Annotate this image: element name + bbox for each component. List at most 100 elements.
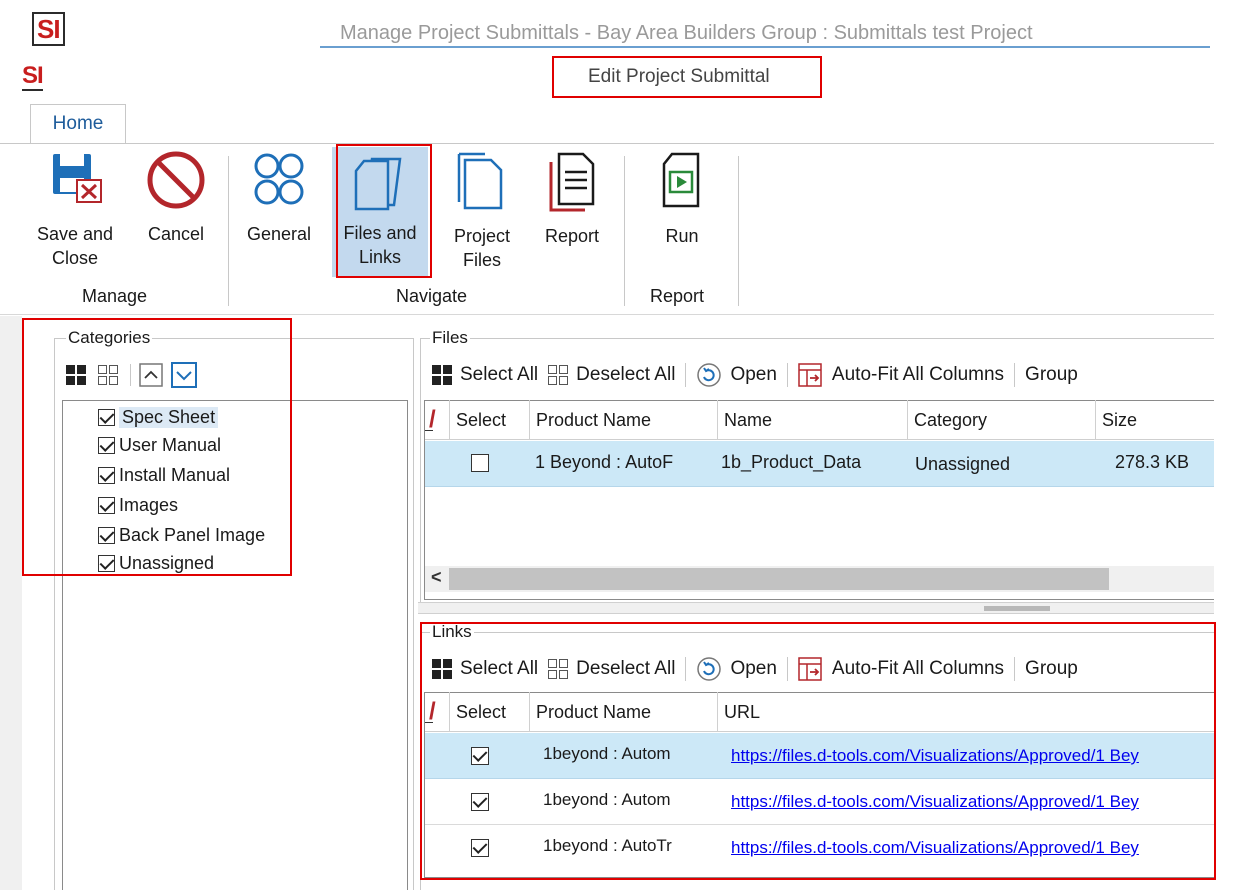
files-open-button[interactable]: Open: [696, 362, 777, 388]
cell-product-name: 1beyond : AutoTr: [543, 836, 672, 855]
category-item-spec-sheet[interactable]: Spec Sheet: [98, 404, 219, 430]
links-grid-header: / Select Product Name URL: [425, 692, 1214, 732]
cell-product-name: 1beyond : Autom: [543, 744, 671, 763]
deselect-all-icon[interactable]: [98, 365, 118, 385]
cell-url-link[interactable]: https://files.d-tools.com/Visualizations…: [731, 838, 1214, 858]
run-icon: [662, 152, 700, 208]
autofit-columns-icon: [798, 657, 822, 681]
category-checkbox[interactable]: [98, 554, 115, 572]
column-header-size[interactable]: Size: [1095, 400, 1215, 440]
files-title: Files: [430, 328, 470, 348]
files-and-links-button[interactable]: Files and Links: [332, 147, 428, 277]
general-button[interactable]: General: [238, 150, 320, 246]
ribbon-separator: [624, 156, 625, 306]
general-icon: [254, 153, 304, 205]
links-toolbar: Select All Deselect All Open Auto-Fit Al…: [432, 656, 1088, 682]
row-select-checkbox[interactable]: [471, 793, 489, 811]
refresh-icon: [697, 657, 722, 681]
category-item-images[interactable]: Images: [98, 492, 178, 518]
toolbar-separator: [1014, 657, 1016, 681]
links-select-all-button[interactable]: Select All: [432, 658, 538, 680]
category-checkbox[interactable]: [98, 408, 115, 426]
tab-home[interactable]: Home: [30, 104, 126, 144]
column-header-category[interactable]: Category: [907, 400, 1097, 440]
run-button[interactable]: Run: [644, 150, 720, 248]
table-row[interactable]: 1 Beyond : AutoF 1b_Product_Data Unassig…: [425, 441, 1214, 487]
categories-toolbar: [66, 362, 197, 388]
links-deselect-all-button[interactable]: Deselect All: [548, 658, 675, 680]
files-group-button[interactable]: Group: [1025, 364, 1078, 386]
column-header-url[interactable]: URL: [717, 692, 1214, 732]
files-select-all-button[interactable]: Select All: [432, 364, 538, 386]
dialog-title: Edit Project Submittal: [588, 66, 770, 87]
files-autofit-button[interactable]: Auto-Fit All Columns: [798, 363, 1004, 387]
cancel-icon: [147, 151, 205, 209]
dialog-logo: SI: [22, 62, 44, 91]
files-horizontal-scrollbar[interactable]: <: [425, 566, 1214, 592]
links-title: Links: [430, 622, 474, 642]
splitter-grip: [984, 606, 1050, 611]
row-select-checkbox[interactable]: [471, 454, 489, 472]
table-row[interactable]: 1beyond : AutoTr https://files.d-tools.c…: [425, 825, 1214, 871]
row-select-checkbox[interactable]: [471, 839, 489, 857]
row-select-checkbox[interactable]: [471, 747, 489, 765]
column-header-select[interactable]: Select: [449, 692, 533, 732]
table-row[interactable]: 1beyond : Autom https://files.d-tools.co…: [425, 779, 1214, 825]
project-files-button[interactable]: Project Files: [442, 150, 522, 272]
group-label-report: Report: [650, 286, 705, 306]
category-item-unassigned[interactable]: Unassigned: [98, 550, 214, 576]
links-open-button[interactable]: Open: [696, 656, 777, 682]
column-header-name[interactable]: Name: [717, 400, 907, 440]
window-title: Manage Project Submittals - Bay Area Bui…: [340, 22, 1033, 44]
files-deselect-all-button[interactable]: Deselect All: [548, 364, 675, 386]
toolbar-separator: [685, 657, 687, 681]
files-toolbar: Select All Deselect All Open Auto-Fit Al…: [432, 362, 1088, 388]
column-header-select[interactable]: Select: [449, 400, 533, 440]
categories-title: Categories: [66, 328, 153, 348]
links-group-button[interactable]: Group: [1025, 658, 1078, 680]
deselect-all-icon: [548, 659, 569, 679]
ribbon-separator: [738, 156, 739, 306]
category-item-back-panel-image[interactable]: Back Panel Image: [98, 522, 265, 548]
select-all-icon: [432, 365, 452, 385]
category-checkbox[interactable]: [98, 526, 115, 544]
cell-url-link[interactable]: https://files.d-tools.com/Visualizations…: [731, 746, 1214, 766]
save-and-close-button[interactable]: Save and Close: [26, 150, 124, 270]
ribbon-bottom-line: [0, 314, 1214, 315]
scroll-thumb[interactable]: [449, 568, 1109, 590]
cell-category: Unassigned: [915, 454, 1011, 474]
cell-product-name: 1 Beyond : AutoF: [535, 452, 674, 472]
cell-url-link[interactable]: https://files.d-tools.com/Visualizations…: [731, 792, 1214, 812]
report-icon: [549, 152, 595, 212]
category-checkbox[interactable]: [98, 466, 115, 484]
links-autofit-button[interactable]: Auto-Fit All Columns: [798, 657, 1004, 681]
scroll-left-arrow[interactable]: <: [431, 567, 442, 588]
toolbar-separator: [786, 363, 788, 387]
category-item-user-manual[interactable]: User Manual: [98, 432, 221, 458]
app-logo: SI: [32, 12, 65, 46]
category-item-install-manual[interactable]: Install Manual: [98, 462, 230, 488]
select-all-icon[interactable]: [66, 365, 86, 385]
cancel-button[interactable]: Cancel: [136, 150, 216, 246]
expand-all-icon[interactable]: [171, 362, 197, 388]
toolbar-separator: [685, 363, 687, 387]
title-divider: [320, 46, 1210, 48]
toolbar-separator: [1014, 363, 1016, 387]
cell-product-name: 1beyond : Autom: [543, 790, 671, 809]
column-header-product-name[interactable]: Product Name: [529, 400, 719, 440]
group-label-navigate: Navigate: [396, 286, 468, 306]
collapse-all-icon[interactable]: [139, 363, 163, 387]
cell-size: 278.3 KB: [1115, 452, 1190, 472]
save-close-icon: [53, 154, 102, 203]
project-files-icon: [457, 152, 503, 210]
panel-splitter[interactable]: [418, 602, 1214, 614]
select-all-icon: [432, 659, 452, 679]
report-button[interactable]: Report: [534, 150, 610, 248]
category-checkbox[interactable]: [98, 496, 115, 514]
column-header-product-name[interactable]: Product Name: [529, 692, 719, 732]
ribbon-separator: [228, 156, 229, 306]
category-checkbox[interactable]: [98, 436, 115, 454]
refresh-icon: [697, 363, 722, 387]
table-row[interactable]: 1beyond : Autom https://files.d-tools.co…: [425, 733, 1214, 779]
deselect-all-icon: [548, 365, 569, 385]
